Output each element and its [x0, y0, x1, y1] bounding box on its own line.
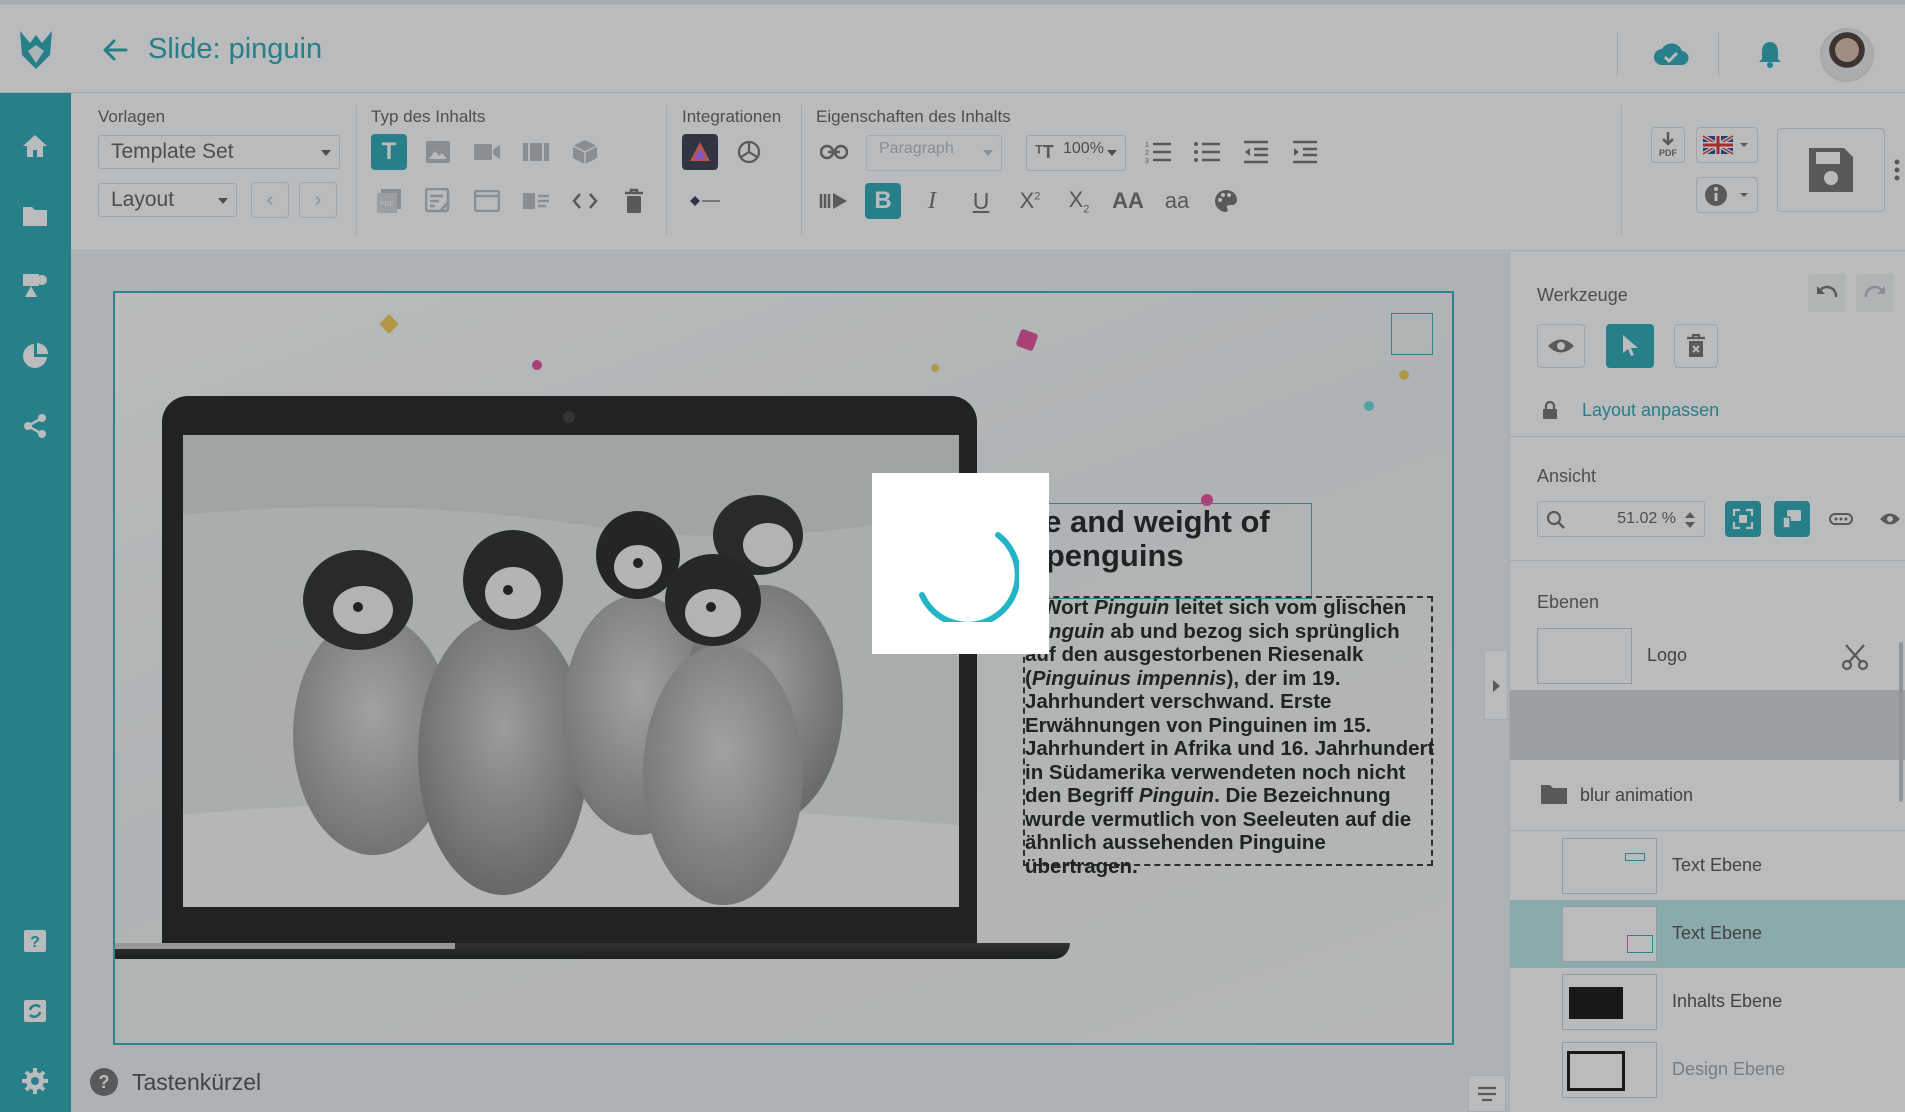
loading-dialog — [872, 473, 1049, 654]
loading-spinner-icon — [919, 532, 1019, 622]
